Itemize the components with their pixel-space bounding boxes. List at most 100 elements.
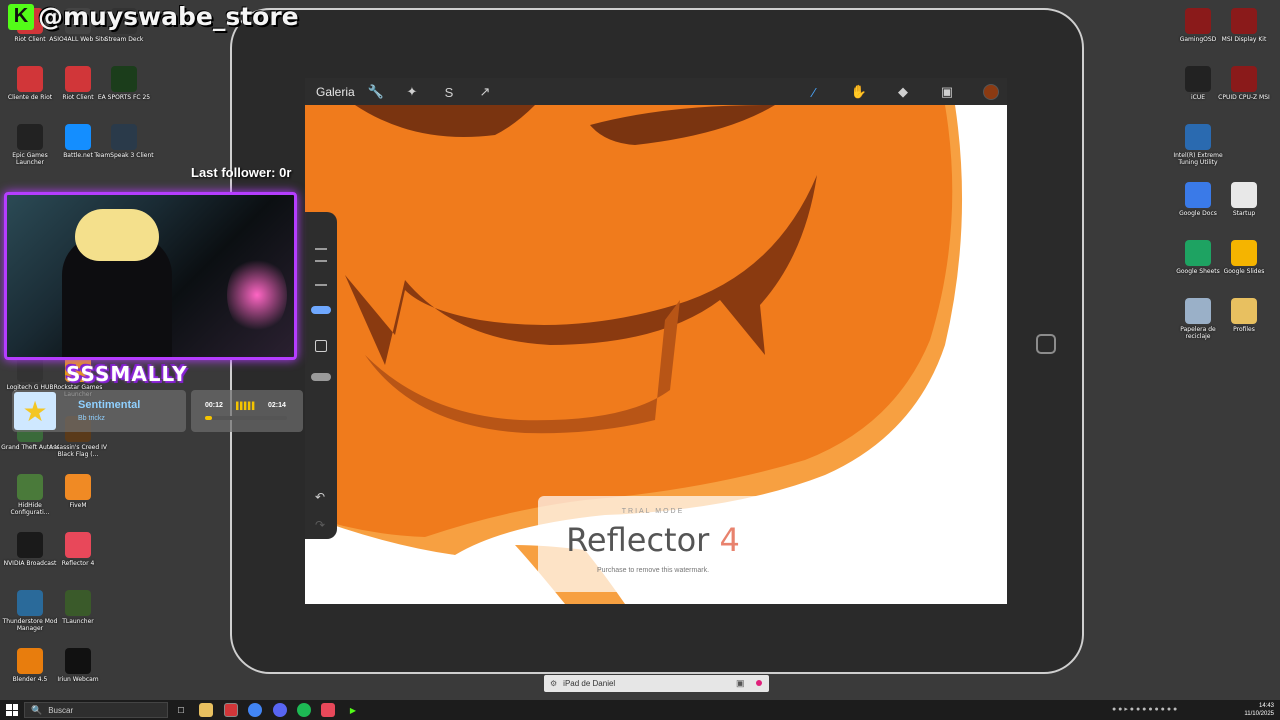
music-widget: ★ Sentimental Bb trickz bbox=[12, 390, 186, 432]
search-box[interactable]: 🔍 Buscar bbox=[24, 702, 168, 718]
desktop-icon[interactable]: TeamSpeak 3 Client bbox=[94, 124, 154, 159]
led-light bbox=[227, 255, 287, 335]
kick-taskbar-icon[interactable]: ▶ bbox=[346, 703, 360, 717]
device-name: iPad de Daniel bbox=[563, 679, 616, 688]
desktop-icon-label: TeamSpeak 3 Client bbox=[94, 152, 154, 159]
desktop-icon-label: Google Docs bbox=[1179, 210, 1217, 217]
progress-fill bbox=[205, 416, 213, 420]
google-docs-icon bbox=[1185, 182, 1211, 208]
desktop-icon[interactable]: Intel(R) Extreme Tuning Utility bbox=[1168, 124, 1228, 166]
desktop-icon-label: Iriun Webcam bbox=[57, 676, 99, 683]
watermark-title: Reflector 4 bbox=[538, 521, 768, 559]
discord-icon[interactable] bbox=[273, 703, 287, 717]
reflector-taskbar-icon[interactable] bbox=[321, 703, 335, 717]
home-button[interactable] bbox=[1036, 334, 1056, 354]
desktop-icon-label: GamingOSD bbox=[1179, 36, 1217, 43]
modify-button[interactable] bbox=[315, 340, 327, 352]
desktop-icon-label: iCUE bbox=[1190, 94, 1206, 101]
selection-icon[interactable]: S bbox=[440, 83, 458, 101]
desktop-icon-label: Stream Deck bbox=[104, 36, 144, 43]
desktop-icon-label: Riot Client bbox=[14, 36, 46, 43]
magic-wand-icon[interactable]: ✦ bbox=[403, 83, 421, 101]
desktop-icon-label: TLauncher bbox=[62, 618, 94, 625]
battlenet-icon bbox=[65, 124, 91, 150]
desktop-icon-label: Profiles bbox=[1233, 326, 1255, 333]
desktop-icon[interactable]: FiveM bbox=[48, 474, 108, 509]
eraser-icon[interactable]: ◆ bbox=[894, 83, 912, 101]
gallery-button[interactable]: Galeria bbox=[316, 85, 355, 99]
blender-icon bbox=[17, 648, 43, 674]
total-time: 02:14 bbox=[268, 402, 286, 409]
hidhide-icon bbox=[17, 474, 43, 500]
riot-icon bbox=[65, 66, 91, 92]
riot-taskbar-icon[interactable] bbox=[224, 703, 238, 717]
procreate-toolbar: Galeria 🔧 ✦ S ↗ ∕ ✋ ◆ ▣ bbox=[305, 78, 1007, 105]
teamspeak-icon bbox=[111, 124, 137, 150]
undo-icon[interactable]: ↶ bbox=[315, 490, 325, 504]
transform-icon[interactable]: ↗ bbox=[476, 83, 494, 101]
thunderstore-icon bbox=[17, 590, 43, 616]
folder-icon bbox=[1231, 298, 1257, 324]
system-tray-icons[interactable]: ● ● ▸ ● ● ● ● ● ● ● ● bbox=[1112, 705, 1177, 713]
reflector-icon bbox=[65, 532, 91, 558]
song-artist: Bb trickz bbox=[78, 415, 105, 422]
fivem-icon bbox=[65, 474, 91, 500]
brush-icon[interactable]: ∕ bbox=[805, 83, 823, 101]
handle-text: @muyswabe_store bbox=[38, 2, 299, 31]
brush-size-slider[interactable] bbox=[311, 306, 331, 314]
desktop-icon[interactable]: Profiles bbox=[1214, 298, 1274, 333]
spotify-icon[interactable] bbox=[297, 703, 311, 717]
desktop-icon-label: Riot Client bbox=[62, 94, 94, 101]
desktop-icon-label: Google Slides bbox=[1223, 268, 1265, 275]
kick-logo-icon: K bbox=[8, 3, 34, 30]
desktop-icon-label: FiveM bbox=[69, 502, 87, 509]
google-sheets-icon bbox=[1185, 240, 1211, 266]
song-title: Sentimental bbox=[78, 399, 141, 411]
desktop-icon[interactable]: TLauncher bbox=[48, 590, 108, 625]
iriun-icon bbox=[65, 648, 91, 674]
desktop-icon[interactable]: Reflector 4 bbox=[48, 532, 108, 567]
music-progress-widget: 00:12 ▌▌▌▌▌ 02:14 bbox=[191, 390, 303, 432]
record-icon[interactable] bbox=[756, 680, 762, 686]
desktop-icon[interactable]: Google Slides bbox=[1214, 240, 1274, 275]
redo-icon[interactable]: ↷ bbox=[315, 518, 325, 532]
desktop-icon[interactable]: CPUID CPU-Z MSI bbox=[1214, 66, 1274, 101]
wrench-icon[interactable]: 🔧 bbox=[367, 83, 385, 101]
riot-icon bbox=[17, 66, 43, 92]
chrome-icon[interactable] bbox=[248, 703, 262, 717]
camera-icon[interactable]: ▣ bbox=[736, 678, 745, 689]
desktop-icon-label: Cliente de Riot bbox=[7, 94, 53, 101]
clock-time: 14:43 bbox=[1258, 703, 1274, 709]
desktop-icon-label: Assassin's Creed IV Black Flag (... bbox=[49, 444, 107, 458]
desktop-icon-label: Blender 4.5 bbox=[12, 676, 48, 683]
sidebar-tick bbox=[315, 284, 327, 286]
streamer-name: SSSMALLY bbox=[66, 362, 188, 386]
clock[interactable]: 14:43 11/10/2025 bbox=[1244, 702, 1274, 718]
procreate-sidebar: ↶ ↷ bbox=[305, 212, 337, 539]
watermark-subtitle: Purchase to remove this watermark. bbox=[596, 567, 710, 574]
gear-icon[interactable]: ⚙ bbox=[550, 679, 557, 688]
desktop-icon[interactable]: Startup bbox=[1214, 182, 1274, 217]
mirror-device-bar[interactable]: ⚙ iPad de Daniel ▣ bbox=[544, 675, 769, 692]
windows-start-icon[interactable] bbox=[6, 704, 18, 716]
desktop-icon-label: CPUID CPU-Z MSI bbox=[1218, 94, 1270, 101]
color-swatch[interactable] bbox=[983, 84, 999, 100]
tlauncher-icon bbox=[65, 590, 91, 616]
desktop-icon-label: Startup bbox=[1232, 210, 1256, 217]
epic-icon bbox=[17, 124, 43, 150]
pikachu-hat bbox=[75, 209, 159, 261]
file-icon bbox=[1231, 182, 1257, 208]
watermark-mode: TRIAL MODE bbox=[621, 508, 685, 515]
desktop-icon[interactable]: Iriun Webcam bbox=[48, 648, 108, 683]
task-view-icon[interactable]: ☐ bbox=[174, 703, 188, 717]
layers-icon[interactable]: ▣ bbox=[938, 83, 956, 101]
album-art-icon: ★ bbox=[14, 392, 56, 430]
opacity-slider[interactable] bbox=[311, 373, 331, 381]
desktop-icon[interactable]: EA SPORTS FC 25 bbox=[94, 66, 154, 101]
desktop-icon[interactable]: MSI Display Kit bbox=[1214, 8, 1274, 43]
file-explorer-icon[interactable] bbox=[199, 703, 213, 717]
desktop-icon-label: EA SPORTS FC 25 bbox=[97, 94, 151, 101]
search-placeholder: Buscar bbox=[48, 705, 74, 715]
gamingosd-icon bbox=[1185, 8, 1211, 34]
smudge-icon[interactable]: ✋ bbox=[850, 83, 868, 101]
